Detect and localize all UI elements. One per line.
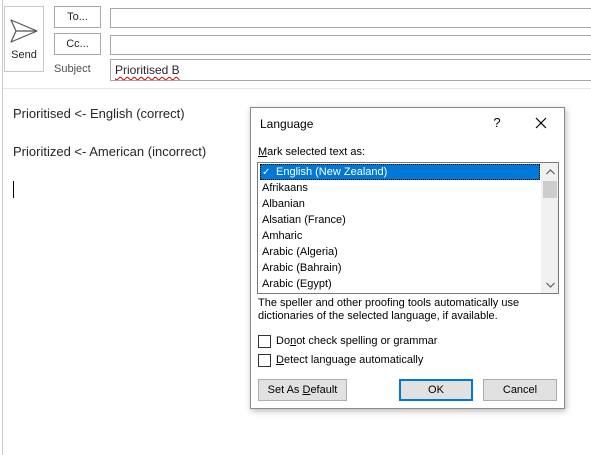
language-item-amharic[interactable]: Amharic [260, 228, 540, 244]
language-item-alsatian-france[interactable]: Alsatian (France) [260, 212, 540, 228]
send-label: Send [11, 49, 37, 61]
do-not-check-spelling-option[interactable]: Do n ot check spelling or grammar [258, 333, 437, 349]
send-button[interactable]: Send [4, 6, 44, 72]
detect-language-checkbox[interactable] [258, 353, 271, 367]
help-button[interactable]: ? [490, 115, 504, 131]
detect-label-accel: D [276, 354, 284, 366]
language-list[interactable]: ✓ English (New Zealand) Afrikaans Albania… [257, 162, 559, 294]
language-item-label: English (New Zealand) [276, 166, 388, 178]
language-item-arabic-algeria[interactable]: Arabic (Algeria) [260, 244, 540, 260]
language-item-english-new-zealand[interactable]: ✓ English (New Zealand) [260, 164, 540, 180]
header-divider [3, 88, 591, 89]
to-input[interactable] [110, 8, 591, 28]
language-item-arabic-bahrain[interactable]: Arabic (Bahrain) [260, 260, 540, 276]
default-label-post: efault [310, 384, 338, 396]
dialog-title: Language [260, 117, 314, 131]
no-check-label-pre: Do [276, 335, 291, 347]
close-icon [535, 117, 547, 129]
compose-left-border [2, 0, 3, 455]
mark-label-rest: ark selected text as: [267, 146, 365, 158]
detect-language-option[interactable]: Detect language automatically [258, 352, 423, 368]
scroll-thumb[interactable] [543, 181, 557, 198]
to-button[interactable]: To... [54, 6, 101, 28]
language-item-arabic-egypt[interactable]: Arabic (Egypt) [260, 276, 540, 292]
mark-selected-label: Mark selected text as: [258, 146, 365, 158]
cancel-button[interactable]: Cancel [483, 379, 557, 401]
close-button[interactable] [532, 114, 550, 132]
body-line-1[interactable]: Prioritised <- English (correct) [13, 106, 185, 121]
chevron-up-icon [546, 168, 555, 174]
cc-button[interactable]: Cc... [54, 33, 101, 55]
text-cursor [13, 181, 14, 198]
mark-label-accel: M [258, 146, 268, 158]
language-item-afrikaans[interactable]: Afrikaans [260, 180, 540, 196]
subject-value: Prioritised B [115, 63, 180, 77]
no-check-label-post: ot check spelling or grammar [296, 335, 438, 347]
spellcheck-icon: ✓ [262, 167, 271, 178]
body-line-2[interactable]: Prioritized <- American (incorrect) [13, 144, 206, 159]
language-list-scrollbar[interactable] [541, 163, 558, 293]
ok-button[interactable]: OK [399, 379, 473, 401]
cc-input[interactable] [110, 35, 591, 55]
language-item-albanian[interactable]: Albanian [260, 196, 540, 212]
proofing-note: The speller and other proofing tools aut… [258, 297, 520, 322]
set-as-default-button[interactable]: Set As Default [258, 379, 347, 401]
language-dialog: Language ? Mark selected text as: ✓ Engli… [250, 107, 565, 409]
scroll-up-button[interactable] [542, 163, 558, 180]
send-icon [10, 19, 38, 43]
detect-label-post: etect language automatically [283, 354, 424, 366]
chevron-down-icon [546, 282, 555, 288]
do-not-check-spelling-checkbox[interactable] [258, 334, 271, 348]
subject-input[interactable]: Prioritised B [110, 59, 591, 81]
subject-label: Subject [54, 63, 91, 75]
scroll-down-button[interactable] [542, 276, 558, 293]
default-label-pre: Set As [267, 384, 303, 396]
